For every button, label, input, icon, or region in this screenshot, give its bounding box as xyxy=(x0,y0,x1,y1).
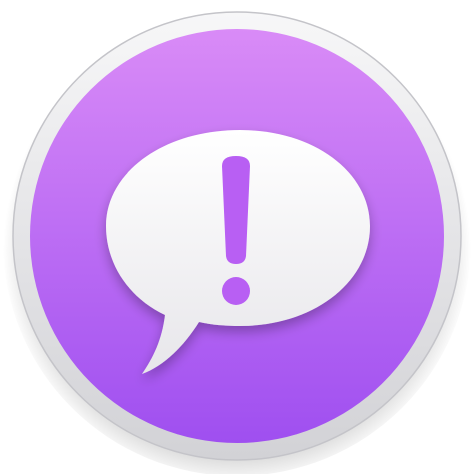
feedback-app-icon xyxy=(0,0,474,474)
feedback-icon-graphic xyxy=(3,8,471,474)
exclamation-mark-icon xyxy=(222,156,250,264)
exclamation-dot-icon xyxy=(222,277,250,305)
